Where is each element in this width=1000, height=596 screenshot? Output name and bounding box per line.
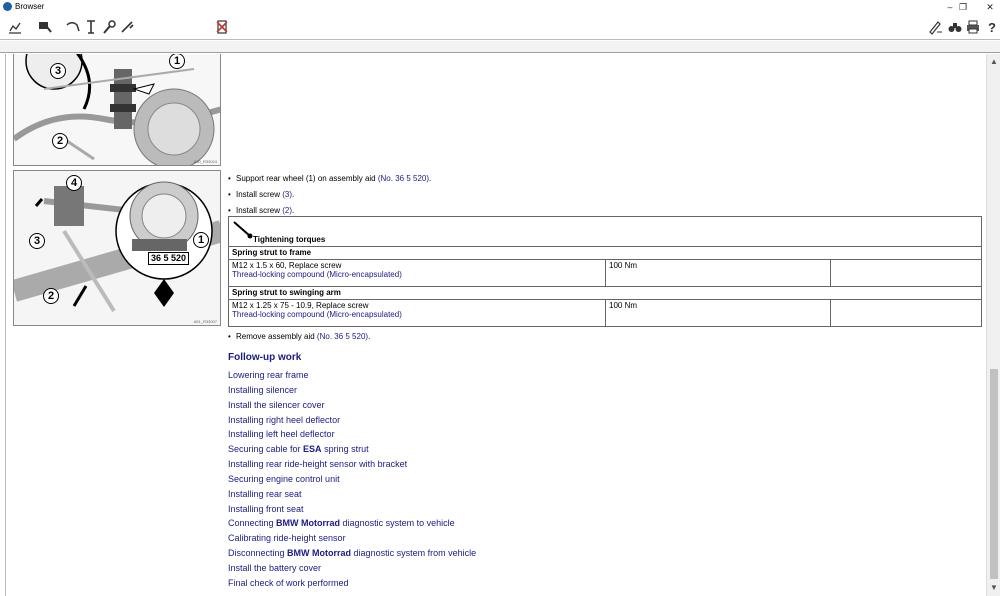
vertical-scrollbar[interactable]: ▲ ▼ bbox=[986, 54, 1000, 596]
lift-icon[interactable] bbox=[64, 18, 82, 36]
step-item: • Remove assembly aid (No. 36 5 520). bbox=[228, 332, 371, 341]
ref-link[interactable]: (2) bbox=[282, 206, 292, 215]
ref-link[interactable]: (3) bbox=[282, 190, 292, 199]
callout-3: 3 bbox=[50, 63, 66, 79]
torque-table-title: Tightening torques bbox=[253, 235, 326, 244]
torque-spec-cell: M12 x 1.25 x 75 - 10.9, Replace screw Thr… bbox=[228, 299, 606, 327]
ref-link[interactable]: (No. 36 5 520) bbox=[378, 174, 429, 183]
tool-label: 36 5 520 bbox=[148, 252, 190, 265]
close-button[interactable]: ✕ bbox=[980, 0, 1000, 14]
app-icon bbox=[3, 2, 12, 11]
follow-up-link[interactable]: Installing rear ride-height sensor with … bbox=[228, 457, 476, 472]
callout-1: 1 bbox=[193, 232, 209, 248]
torque-wrench-icon[interactable] bbox=[82, 18, 100, 36]
ref-link[interactable]: (No. 36 5 520) bbox=[317, 332, 368, 341]
figure-assembly-aid: 4 3 1 2 36 5 520 A51_R33007 bbox=[13, 170, 221, 326]
binoculars-icon[interactable] bbox=[946, 18, 964, 36]
callout-4: 4 bbox=[66, 175, 82, 191]
left-border bbox=[5, 54, 6, 596]
follow-up-link[interactable]: Installing front seat bbox=[228, 502, 476, 517]
toolbar-separator bbox=[0, 41, 1000, 53]
torque-section-title: Spring strut to frame bbox=[228, 246, 982, 260]
follow-up-link[interactable]: Disconnecting BMW Motorrad diagnostic sy… bbox=[228, 546, 476, 561]
torque-table-header: Tightening torques bbox=[228, 216, 982, 247]
callout-2: 2 bbox=[52, 133, 68, 149]
figure-code: A50_R33024 bbox=[193, 159, 217, 164]
callout-3: 3 bbox=[29, 233, 45, 249]
step-item: • Install screw (3). bbox=[228, 190, 295, 199]
scroll-down-arrow[interactable]: ▼ bbox=[987, 582, 1000, 594]
procedure-steps: • Support rear wheel (1) on assembly aid … bbox=[228, 173, 431, 221]
scroll-up-arrow[interactable]: ▲ bbox=[987, 56, 1000, 68]
torque-section-title: Spring strut to swinging arm bbox=[228, 286, 982, 300]
follow-up-link[interactable]: Installing silencer bbox=[228, 383, 476, 398]
scroll-thumb[interactable] bbox=[990, 369, 998, 579]
follow-up-link[interactable]: Install the battery cover bbox=[228, 561, 476, 576]
follow-up-title: Follow-up work bbox=[228, 352, 302, 363]
tools-icon[interactable] bbox=[36, 18, 54, 36]
figure-code: A51_R33007 bbox=[193, 319, 217, 324]
follow-up-link[interactable]: Installing left heel deflector bbox=[228, 427, 476, 442]
window-title: Browser bbox=[15, 2, 45, 11]
follow-up-link[interactable]: Calibrating ride-height sensor bbox=[228, 531, 476, 546]
follow-up-link[interactable]: Connecting BMW Motorrad diagnostic syste… bbox=[228, 516, 476, 531]
document-view: 3 1 2 A50_R33024 4 3 1 2 36 5 520 A51_R3… bbox=[0, 54, 986, 596]
follow-up-link[interactable]: Installing rear seat bbox=[228, 487, 476, 502]
exit-icon[interactable] bbox=[213, 18, 231, 36]
follow-up-section: Follow-up work Lowering rear frame Instal… bbox=[228, 352, 476, 591]
screwdriver-icon[interactable] bbox=[118, 18, 136, 36]
tightening-torques-table: Tightening torques Spring strut to frame… bbox=[228, 216, 982, 327]
torque-spec-cell: M12 x 1.5 x 60, Replace screw Thread-lock… bbox=[228, 259, 606, 287]
follow-up-link[interactable]: Install the silencer cover bbox=[228, 398, 476, 413]
toolbar: ? bbox=[0, 14, 1000, 40]
torque-empty-cell bbox=[830, 299, 982, 327]
follow-up-link[interactable]: Final check of work performed bbox=[228, 576, 476, 591]
step-item: • Support rear wheel (1) on assembly aid … bbox=[228, 174, 432, 183]
figure-spring-strut-top: 3 1 2 A50_R33024 bbox=[13, 54, 221, 166]
torque-value-cell: 100 Nm bbox=[605, 299, 831, 327]
callout-2: 2 bbox=[43, 288, 59, 304]
torque-wrench-icon bbox=[233, 221, 253, 239]
signature-icon[interactable] bbox=[927, 18, 945, 36]
chart-icon[interactable] bbox=[6, 18, 24, 36]
print-icon[interactable] bbox=[964, 18, 982, 36]
help-icon[interactable]: ? bbox=[982, 18, 1000, 36]
wrench-icon[interactable] bbox=[100, 18, 118, 36]
follow-up-link[interactable]: Securing cable for ESA spring strut bbox=[228, 442, 476, 457]
torque-empty-cell bbox=[830, 259, 982, 287]
follow-up-link[interactable]: Installing right heel deflector bbox=[228, 413, 476, 428]
svg-text:?: ? bbox=[988, 20, 996, 35]
torque-value-cell: 100 Nm bbox=[605, 259, 831, 287]
restore-button[interactable]: ❐ bbox=[953, 0, 973, 14]
follow-up-link[interactable]: Lowering rear frame bbox=[228, 368, 476, 383]
follow-up-link[interactable]: Securing engine control unit bbox=[228, 472, 476, 487]
title-bar: Browser – ❐ ✕ bbox=[0, 0, 1000, 14]
